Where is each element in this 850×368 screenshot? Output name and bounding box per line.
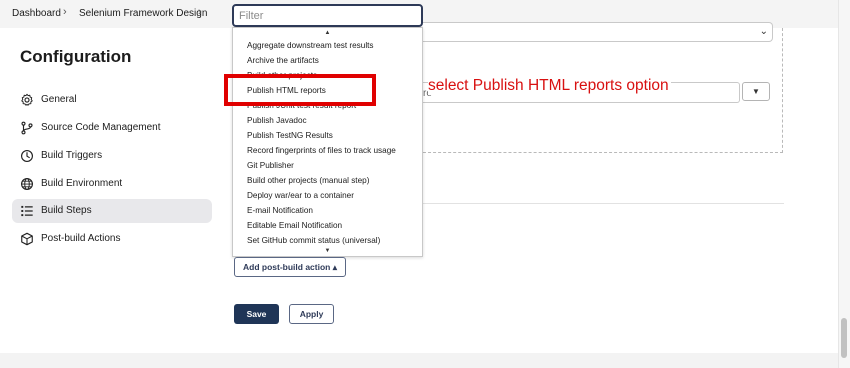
footer-bar <box>0 353 838 368</box>
annotation-highlight-box <box>224 74 376 106</box>
sidebar-item-post-build-actions[interactable]: Post-build Actions <box>12 227 212 251</box>
clock-icon <box>21 150 33 162</box>
add-post-build-action-button[interactable]: Add post-build action ▴ <box>234 257 346 277</box>
save-button[interactable]: Save <box>234 304 279 324</box>
sidebar-item-label: Source Code Management <box>41 122 161 133</box>
dropdown-item-publish-javadoc[interactable]: Publish Javadoc <box>247 116 307 125</box>
list-icon <box>21 205 33 217</box>
page-title: Configuration <box>20 47 132 66</box>
dropdown-item-editable-email[interactable]: Editable Email Notification <box>247 221 342 230</box>
dropdown-item-publish-testng[interactable]: Publish TestNG Results <box>247 131 333 140</box>
post-build-action-dropdown: ▲ Aggregate downstream test results Arch… <box>232 27 423 257</box>
branch-icon <box>21 121 33 135</box>
sidebar-item-label: Post-build Actions <box>41 233 121 244</box>
sidebar-item-source-code-management[interactable]: Source Code Management <box>12 116 212 140</box>
globe-icon <box>21 178 33 190</box>
breadcrumb-separator: › <box>198 6 202 18</box>
dropdown-item-github-commit-status[interactable]: Set GitHub commit status (universal) <box>247 236 380 245</box>
dropdown-item-deploy-war[interactable]: Deploy war/ear to a container <box>247 191 354 200</box>
sidebar-item-label: General <box>41 94 77 105</box>
breadcrumb-separator: › <box>63 6 67 18</box>
scroll-up-icon[interactable]: ▲ <box>233 29 422 37</box>
dropdown-item-aggregate-downstream[interactable]: Aggregate downstream test results <box>247 41 374 50</box>
sidebar-item-general[interactable]: General <box>12 88 212 112</box>
cube-icon <box>21 232 33 246</box>
expand-button[interactable]: ▼ <box>742 82 770 101</box>
scroll-down-icon[interactable]: ▼ <box>233 247 422 255</box>
dropdown-item-record-fingerprints[interactable]: Record fingerprints of files to track us… <box>247 146 396 155</box>
dropdown-item-email-notification[interactable]: E-mail Notification <box>247 206 313 215</box>
build-step-select[interactable]: ⌄ <box>423 22 773 42</box>
sidebar-item-build-triggers[interactable]: Build Triggers <box>12 144 212 168</box>
sidebar-item-label: Build Triggers <box>41 150 103 161</box>
annotation-text: select Publish HTML reports option <box>428 77 671 95</box>
breadcrumb-project[interactable]: Selenium Framework Design <box>79 8 207 19</box>
scrollbar-thumb[interactable] <box>841 318 847 358</box>
dropdown-item-build-other-manual[interactable]: Build other projects (manual step) <box>247 176 369 185</box>
breadcrumb-dashboard[interactable]: Dashboard <box>12 8 61 19</box>
scrollbar[interactable] <box>838 0 850 368</box>
dropdown-item-git-publisher[interactable]: Git Publisher <box>247 161 294 170</box>
gear-icon <box>21 93 33 106</box>
sidebar-item-label: Build Steps <box>41 205 92 216</box>
dropdown-item-archive-artifacts[interactable]: Archive the artifacts <box>247 56 319 65</box>
sidebar-item-label: Build Environment <box>41 178 123 189</box>
chevron-down-icon: ⌄ <box>759 26 768 37</box>
sidebar-item-build-environment[interactable]: Build Environment <box>12 172 212 196</box>
apply-button[interactable]: Apply <box>289 304 334 324</box>
sidebar-item-build-steps[interactable]: Build Steps <box>12 199 212 223</box>
filter-input[interactable] <box>232 4 423 27</box>
